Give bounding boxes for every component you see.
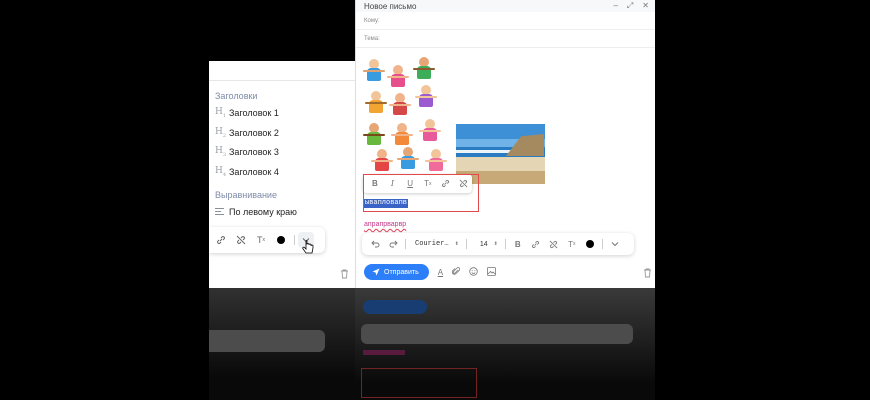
minimize-icon[interactable]: –: [613, 1, 617, 11]
heading-4-icon: H4: [215, 166, 227, 178]
trash-icon[interactable]: [340, 266, 349, 284]
toolbar-separator: [465, 239, 467, 249]
compose-window: Новое письмо – ⤢ ✕ Кому: Тема: B I U T x…: [355, 0, 655, 288]
font-size-stepper-icon[interactable]: ⬍: [494, 241, 498, 247]
clear-format-icon[interactable]: Tx: [563, 235, 581, 253]
text-format-icon[interactable]: A: [438, 268, 443, 277]
align-left-icon: [215, 208, 229, 216]
to-label: Кому:: [364, 17, 380, 24]
heading-3-label: Заголовок 3: [229, 146, 279, 157]
heading-2-icon: H2: [215, 127, 227, 139]
misspelled-text[interactable]: апрапрварвр: [364, 221, 406, 228]
align-left-option[interactable]: По левому краю: [215, 207, 297, 217]
heading-4-label: Заголовок 4: [229, 166, 279, 177]
expand-icon[interactable]: ⤢: [627, 1, 633, 11]
clear-format-icon[interactable]: Tx: [251, 230, 271, 250]
heading-2-label: Заголовок 2: [229, 127, 279, 138]
subject-field[interactable]: Тема:: [356, 30, 655, 48]
headings-section-label: Заголовки: [215, 91, 258, 101]
send-row: Отправить A: [364, 264, 496, 280]
bold-icon[interactable]: B: [509, 235, 527, 253]
toolbar-separator: [601, 239, 603, 249]
screen: Заголовки H1 Заголовок 1 H2 Заголовок 2 …: [0, 0, 870, 400]
send-button[interactable]: Отправить: [364, 264, 429, 280]
emoji-icon[interactable]: [469, 266, 478, 278]
toolbar-separator: [405, 239, 406, 249]
main-format-toolbar: Courier… ⬍ 14 ⬍ B Tx: [362, 233, 634, 255]
font-family-stepper-icon[interactable]: ⬍: [455, 241, 459, 247]
screen-reflection: [209, 288, 655, 400]
hand-cursor-icon: [302, 240, 314, 259]
unlink-icon[interactable]: [545, 235, 563, 253]
align-section-label: Выравнивание: [215, 190, 277, 200]
toolbar-separator: [294, 235, 295, 245]
attach-icon[interactable]: [451, 266, 461, 278]
format-dropdown-panel: Заголовки H1 Заголовок 1 H2 Заголовок 2 …: [209, 61, 355, 288]
heading-3-option[interactable]: H3 Заголовок 3: [215, 146, 279, 158]
heading-3-icon: H3: [215, 146, 227, 158]
heading-1-label: Заголовок 1: [229, 107, 279, 118]
undo-icon[interactable]: [366, 235, 384, 253]
close-icon[interactable]: ✕: [642, 1, 649, 11]
selected-text[interactable]: ывапловапв: [364, 199, 409, 208]
align-left-label: По левому краю: [229, 207, 297, 217]
color-dot: [585, 240, 594, 248]
heading-2-option[interactable]: H2 Заголовок 2: [215, 127, 279, 139]
heading-1-option[interactable]: H1 Заголовок 1: [215, 107, 279, 119]
to-field[interactable]: Кому:: [356, 12, 655, 30]
text-color-button[interactable]: [581, 235, 599, 253]
message-body[interactable]: B I U Tx ывапловапв апрапрварвр: [356, 50, 655, 230]
heading-1-icon: H1: [215, 107, 227, 119]
link-icon[interactable]: [527, 235, 545, 253]
chevron-down-icon[interactable]: [606, 235, 624, 253]
link-icon[interactable]: [211, 230, 231, 250]
trash-icon[interactable]: [643, 268, 652, 280]
text-color-button[interactable]: [271, 230, 291, 250]
color-dot: [277, 236, 285, 244]
font-size-select[interactable]: 14: [480, 241, 488, 248]
toolbar-separator: [504, 239, 506, 249]
image-icon[interactable]: [487, 266, 496, 278]
subject-label: Тема:: [364, 35, 380, 42]
send-label: Отправить: [384, 268, 419, 276]
divider: [209, 80, 355, 81]
compose-header: Новое письмо – ⤢ ✕: [356, 0, 655, 12]
send-icon: [372, 268, 380, 276]
font-family-select[interactable]: Courier…: [415, 240, 449, 248]
compose-title: Новое письмо: [364, 1, 417, 11]
cartoon-kids-image[interactable]: [363, 57, 455, 172]
redo-icon[interactable]: [384, 235, 402, 253]
heading-4-option[interactable]: H4 Заголовок 4: [215, 166, 279, 178]
unlink-icon[interactable]: [231, 230, 251, 250]
